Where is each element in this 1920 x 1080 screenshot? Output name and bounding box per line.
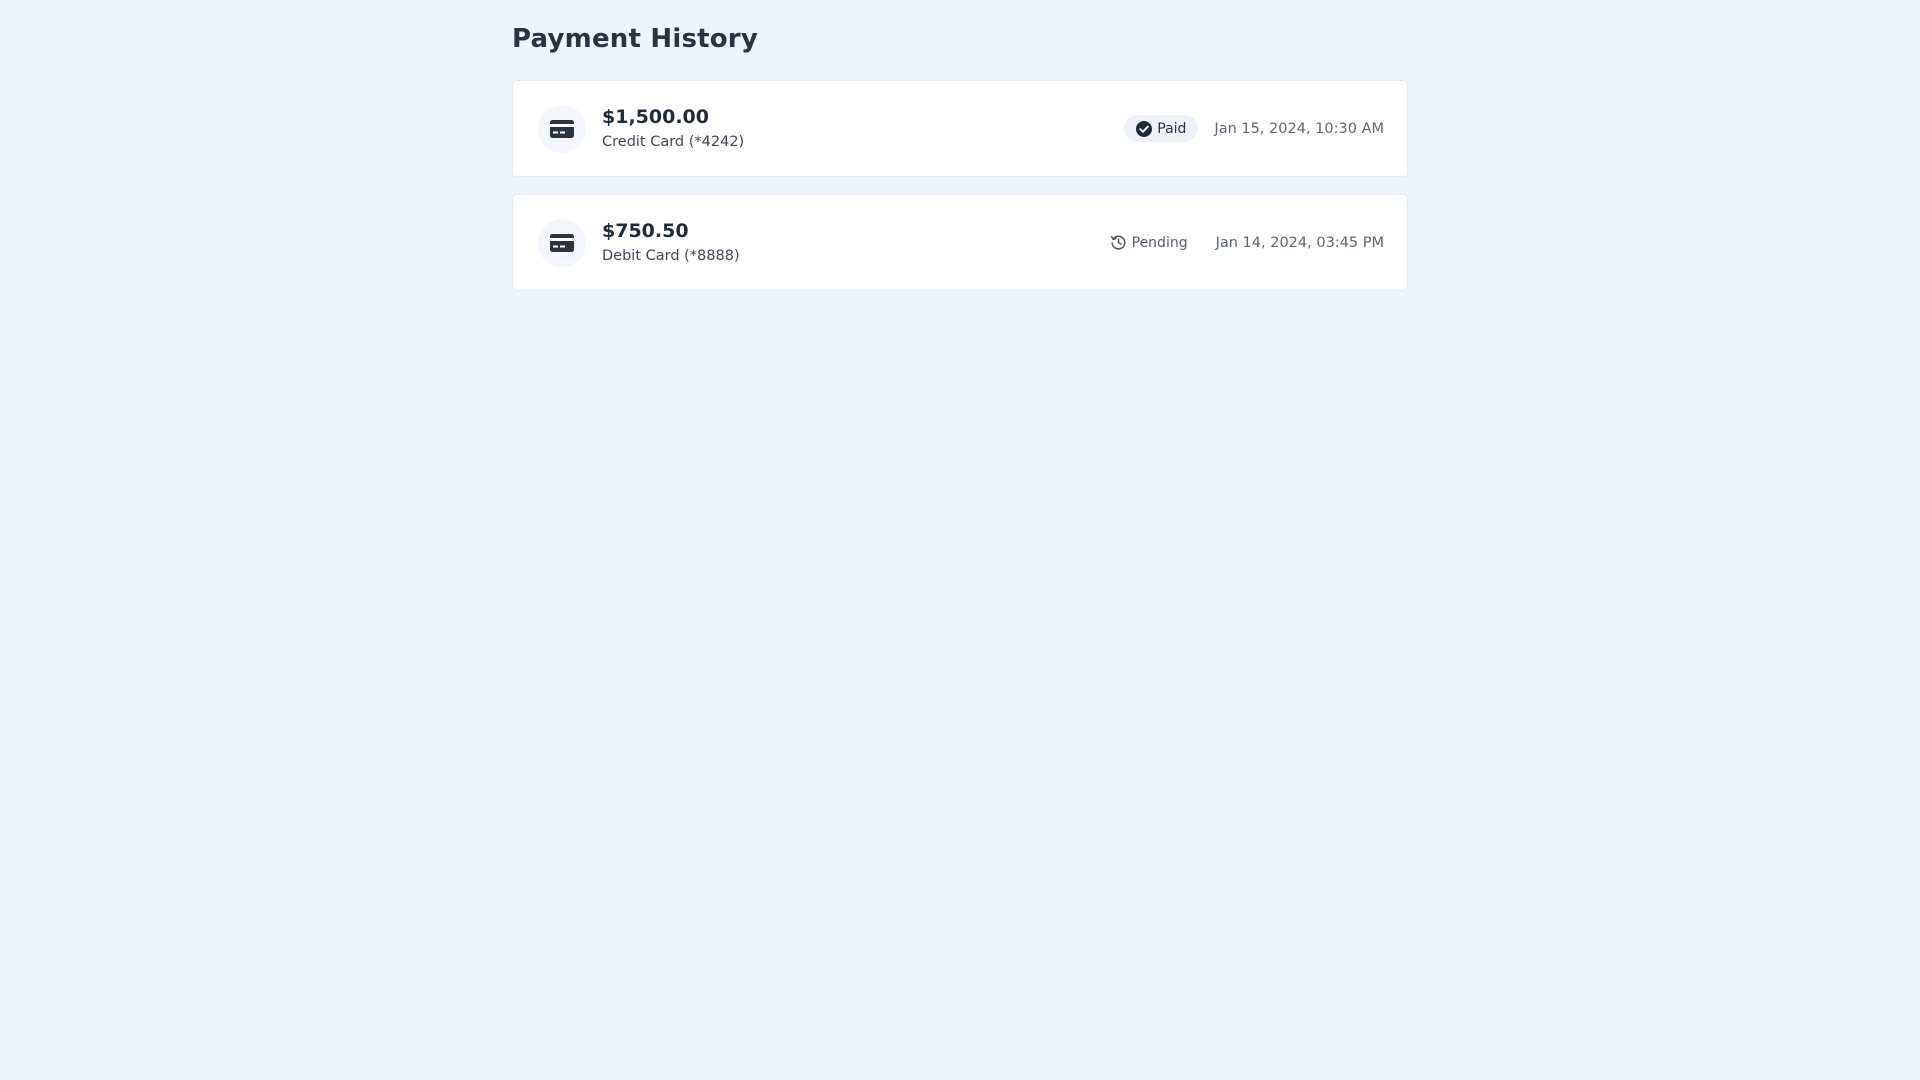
check-circle-icon [1136, 120, 1153, 137]
page-title: Payment History [512, 24, 758, 54]
payment-card[interactable]: $1,500.00 Credit Card (*4242) Paid Jan 1… [513, 81, 1407, 176]
payment-amount: $750.50 [602, 220, 689, 242]
status-label: Pending [1131, 234, 1188, 251]
payment-list: $1,500.00 Credit Card (*4242) Paid Jan 1… [513, 81, 1407, 309]
payment-meta: Paid Jan 15, 2024, 10:30 AM [1124, 81, 1384, 176]
payment-date: Jan 14, 2024, 03:45 PM [1215, 234, 1384, 251]
credit-card-icon [538, 105, 586, 153]
history-icon [1110, 234, 1127, 251]
payment-card[interactable]: $750.50 Debit Card (*8888) Pending Jan 1… [513, 195, 1407, 290]
status-label: Paid [1157, 120, 1187, 137]
payment-method: Debit Card (*8888) [602, 248, 740, 264]
payment-amount: $1,500.00 [602, 106, 709, 128]
status-badge: Pending [1110, 229, 1200, 256]
payment-date: Jan 15, 2024, 10:30 AM [1214, 120, 1384, 137]
payment-meta: Pending Jan 14, 2024, 03:45 PM [1110, 195, 1384, 290]
status-badge: Paid [1124, 115, 1199, 142]
payment-method: Credit Card (*4242) [602, 134, 745, 150]
credit-card-icon [538, 219, 586, 267]
